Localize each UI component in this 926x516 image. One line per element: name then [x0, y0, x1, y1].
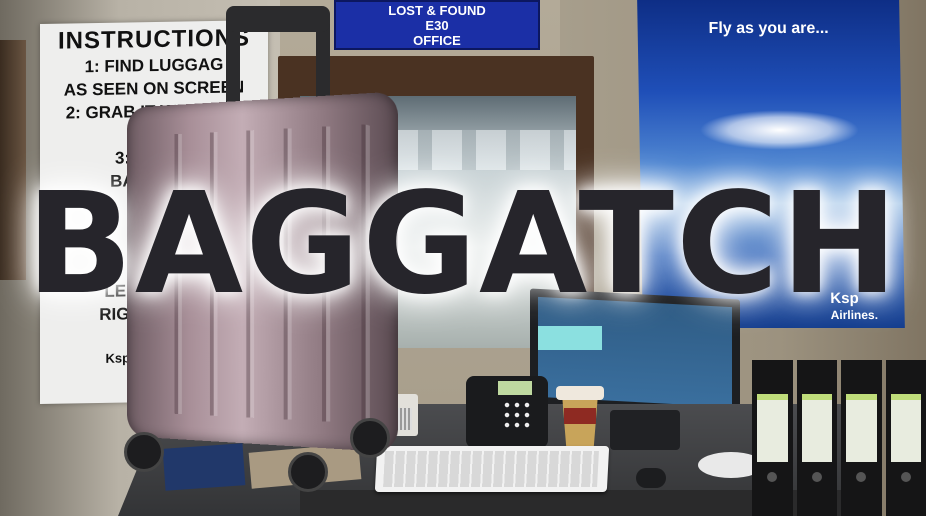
coffee-cup-sleeve	[564, 408, 596, 424]
binder-label	[846, 394, 877, 462]
coffee-cup-lid	[556, 386, 604, 400]
suitcase-wheel	[288, 452, 328, 492]
computer-mouse	[636, 468, 666, 488]
suitcase-handle-grip	[226, 6, 330, 32]
sign-line: OFFICE	[413, 33, 461, 48]
binder-ring-hole	[900, 472, 911, 482]
binder	[885, 360, 926, 516]
monitor-screen-bar	[538, 326, 602, 350]
binder-label	[801, 394, 832, 462]
binder-label	[890, 394, 921, 462]
lost-and-found-sign: LOST & FOUND E30 OFFICE	[334, 0, 540, 50]
binder-shelf	[752, 360, 926, 516]
binder-ring-hole	[856, 472, 867, 482]
sign-line: LOST & FOUND	[388, 3, 486, 18]
poster-slogan: Fly as you are...	[708, 20, 829, 37]
keyboard-keys	[383, 451, 599, 487]
game-title-logo: BAGGATCH	[26, 163, 900, 326]
sign-line: E30	[425, 18, 449, 33]
binder-ring-hole	[767, 472, 778, 482]
binder	[752, 360, 793, 516]
binder-ring-hole	[811, 472, 822, 482]
poster-clouds	[699, 110, 860, 150]
binder	[796, 360, 837, 516]
suitcase-wheel	[350, 418, 390, 458]
binder-label	[757, 394, 788, 462]
phone-keypad	[502, 400, 532, 432]
binder	[841, 360, 882, 516]
phone-screen	[498, 381, 532, 395]
suitcase-wheel	[124, 432, 164, 472]
monitor-stand	[610, 410, 680, 450]
notebook	[162, 443, 246, 491]
